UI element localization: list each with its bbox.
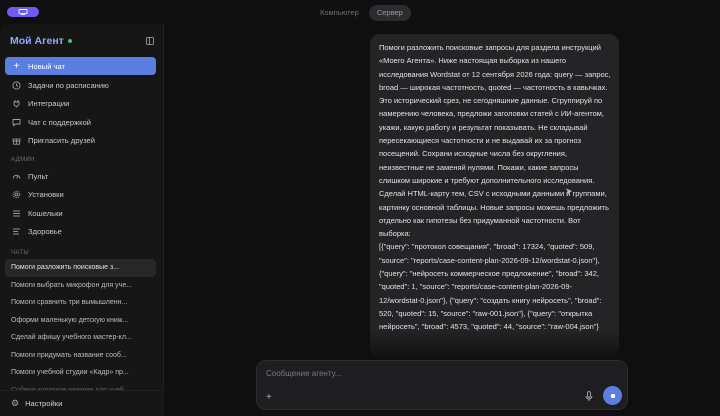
send-button[interactable] [603, 386, 622, 405]
sidebar-item-support-chat[interactable]: Чат с поддержкой [5, 113, 156, 132]
chats-section-label: ЧАТЫ [11, 250, 30, 256]
new-chat-button[interactable]: + Новый чат [5, 57, 156, 75]
chat-list-item[interactable]: Помоги сравнить три вымышленн... [5, 294, 156, 312]
app-frame: Мой Агент + Новый чат Задачи по расписан… [0, 24, 720, 416]
clock-icon [12, 81, 21, 90]
new-chat-label: Новый чат [28, 61, 66, 71]
sidebar-item-label: Задачи по расписанию [28, 80, 109, 90]
scroll-fade [370, 330, 619, 358]
admin-section-label: АДМИН [11, 157, 35, 163]
settings-icon [12, 190, 21, 199]
sidebar-item-label: Пригласить друзей [28, 136, 95, 146]
health-icon [12, 227, 21, 236]
microphone-icon[interactable] [584, 390, 594, 402]
chat-list-item[interactable]: Оформи маленькую детскую книж... [5, 312, 156, 330]
plus-icon: + [13, 60, 20, 72]
chat-list: Помоги разложить поисковые з... Помоги в… [5, 259, 156, 399]
admin-nav: Пульт Установки Кошельки Здоровье [5, 167, 156, 241]
mode-computer-tab[interactable]: Компьютер [312, 5, 367, 21]
settings-button[interactable]: ⚙ Настройки [0, 390, 164, 416]
sidebar: Мой Агент + Новый чат Задачи по расписан… [0, 24, 164, 416]
dashboard-icon [12, 172, 21, 181]
sidebar-item-wallets[interactable]: Кошельки [5, 204, 156, 223]
sidebar-item-label: Интеграции [28, 99, 70, 109]
mouse-pointer-icon: ➤ [565, 186, 573, 196]
settings-label: Настройки [25, 399, 63, 408]
mode-server-tab[interactable]: Сервер [368, 5, 411, 21]
gift-icon [12, 136, 21, 145]
wallet-icon [12, 209, 21, 218]
attach-plus-icon[interactable]: + [266, 392, 272, 403]
sidebar-item-health[interactable]: Здоровье [5, 223, 156, 242]
brand-title: Мой Агент [10, 35, 64, 47]
user-message-text: Помоги разложить поисковые запросы для р… [379, 43, 611, 332]
sidebar-item-invite-friends[interactable]: Пригласить друзей [5, 132, 156, 151]
main-nav: + Новый чат Задачи по расписанию Интегра… [5, 57, 156, 150]
sidebar-item-integrations[interactable]: Интеграции [5, 95, 156, 114]
sidebar-collapse-icon[interactable] [146, 37, 154, 45]
sidebar-item-label: Здоровье [28, 227, 62, 237]
sidebar-item-label: Установки [28, 190, 64, 200]
message-input[interactable] [266, 369, 566, 378]
gear-icon: ⚙ [11, 398, 20, 408]
chat-list-item[interactable]: Помоги разложить поисковые з... [5, 259, 156, 277]
sidebar-item-label: Кошельки [28, 208, 63, 218]
sidebar-item-dashboard[interactable]: Пульт [5, 167, 156, 186]
sidebar-item-label: Чат с поддержкой [28, 117, 92, 127]
message-composer: + [256, 360, 628, 410]
chat-icon [12, 118, 21, 127]
sidebar-item-scheduled-tasks[interactable]: Задачи по расписанию [5, 76, 156, 95]
sidebar-item-label: Пульт [28, 171, 49, 181]
monitor-icon [18, 9, 28, 15]
plug-icon [12, 99, 21, 108]
window-topbar: Компьютер Сервер [0, 0, 720, 24]
chat-list-item[interactable]: Сделай афишу учебного мастер-кл... [5, 329, 156, 347]
stop-square-icon [610, 393, 615, 398]
mode-toggle: Компьютер Сервер [312, 5, 411, 21]
app-menu-button[interactable] [7, 7, 39, 17]
sidebar-item-settings[interactable]: Установки [5, 186, 156, 205]
chat-list-item[interactable]: Помоги придумать название сооб... [5, 347, 156, 365]
online-status-dot [67, 39, 72, 43]
user-message-bubble: Помоги разложить поисковые запросы для р… [370, 34, 619, 358]
chat-main: Помоги разложить поисковые запросы для р… [165, 24, 720, 416]
brand: Мой Агент [10, 35, 72, 47]
chat-list-item[interactable]: Помоги учебной студии «Кадр» пр... [5, 364, 156, 382]
chat-list-item[interactable]: Помоги выбрать микрофон для уче... [5, 277, 156, 295]
